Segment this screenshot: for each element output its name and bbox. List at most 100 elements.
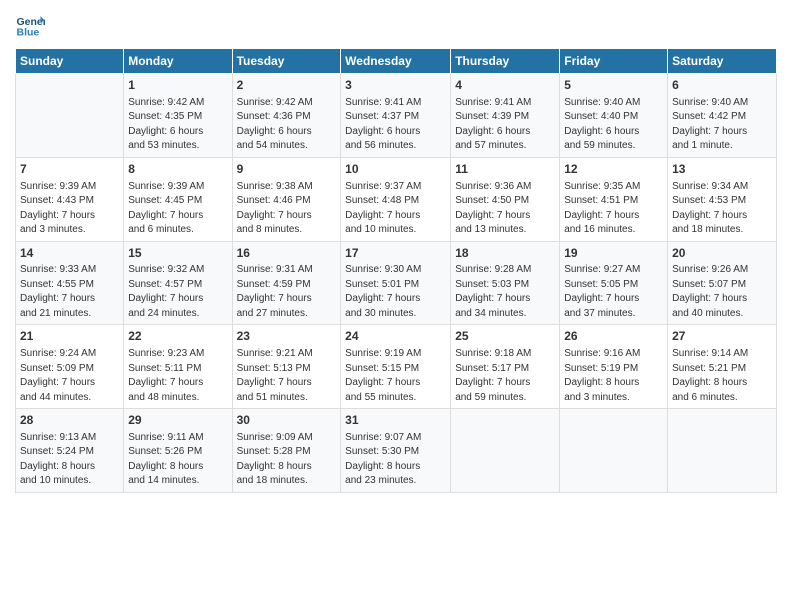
day-number: 1 [128,77,227,94]
day-number: 4 [455,77,555,94]
day-number: 5 [564,77,663,94]
day-info: Sunrise: 9:24 AMSunset: 5:09 PMDaylight:… [20,347,119,405]
calendar-cell: 23Sunrise: 9:21 AMSunset: 5:13 PMDayligh… [232,325,341,409]
calendar-cell: 16Sunrise: 9:31 AMSunset: 4:59 PMDayligh… [232,241,341,325]
calendar-week-row: 7 Sunrise: 9:39 AMSunset: 4:43 PMDaylight… [16,157,777,241]
day-number: 8 [128,161,227,178]
day-info: Sunrise: 9:07 AMSunset: 5:30 PMDaylight:… [345,431,446,489]
calendar-cell: 3Sunrise: 9:41 AMSunset: 4:37 PMDaylight… [341,74,451,158]
day-number: 21 [20,328,119,345]
logo: General Blue [15,10,49,40]
day-number: 12 [564,161,663,178]
svg-text:Blue: Blue [17,27,40,39]
calendar-cell: 7 Sunrise: 9:39 AMSunset: 4:43 PMDaylight… [16,157,124,241]
weekday-header-row: SundayMondayTuesdayWednesdayThursdayFrid… [16,49,777,74]
weekday-header-monday: Monday [124,49,232,74]
calendar-cell: 14Sunrise: 9:33 AMSunset: 4:55 PMDayligh… [16,241,124,325]
calendar-cell: 9Sunrise: 9:38 AMSunset: 4:46 PMDaylight… [232,157,341,241]
day-number: 7 [20,161,119,178]
calendar-cell: 15Sunrise: 9:32 AMSunset: 4:57 PMDayligh… [124,241,232,325]
day-info: Sunrise: 9:23 AMSunset: 5:11 PMDaylight:… [128,347,227,405]
calendar-cell: 6 Sunrise: 9:40 AMSunset: 4:42 PMDaylight… [668,74,777,158]
day-info: Sunrise: 9:19 AMSunset: 5:15 PMDaylight:… [345,347,446,405]
day-number: 28 [20,412,119,429]
calendar-cell: 1 Sunrise: 9:42 AMSunset: 4:35 PMDaylight… [124,74,232,158]
day-info: Sunrise: 9:31 AMSunset: 4:59 PMDaylight:… [237,263,337,321]
day-info: Sunrise: 9:16 AMSunset: 5:19 PMDaylight:… [564,347,663,405]
weekday-header-saturday: Saturday [668,49,777,74]
calendar-week-row: 1 Sunrise: 9:42 AMSunset: 4:35 PMDaylight… [16,74,777,158]
calendar-week-row: 28 Sunrise: 9:13 AMSunset: 5:24 PMDayligh… [16,409,777,493]
calendar-cell: 21 Sunrise: 9:24 AMSunset: 5:09 PMDayligh… [16,325,124,409]
calendar-cell [560,409,668,493]
page-container: General Blue SundayMondayTuesdayWednesda… [0,0,792,503]
weekday-header-tuesday: Tuesday [232,49,341,74]
day-number: 2 [237,77,337,94]
day-info: Sunrise: 9:41 AMSunset: 4:37 PMDaylight:… [345,96,446,154]
day-info: Sunrise: 9:40 AMSunset: 4:40 PMDaylight:… [564,96,663,154]
day-info: Sunrise: 9:33 AMSunset: 4:55 PMDaylight:… [20,263,119,321]
day-info: Sunrise: 9:42 AMSunset: 4:36 PMDaylight:… [237,96,337,154]
weekday-header-wednesday: Wednesday [341,49,451,74]
day-info: Sunrise: 9:27 AMSunset: 5:05 PMDaylight:… [564,263,663,321]
day-info: Sunrise: 9:28 AMSunset: 5:03 PMDaylight:… [455,263,555,321]
day-number: 11 [455,161,555,178]
calendar-cell: 24 Sunrise: 9:19 AMSunset: 5:15 PMDayligh… [341,325,451,409]
calendar-cell: 29 Sunrise: 9:11 AMSunset: 5:26 PMDayligh… [124,409,232,493]
day-info: Sunrise: 9:39 AMSunset: 4:43 PMDaylight:… [20,180,119,238]
calendar-cell: 17Sunrise: 9:30 AMSunset: 5:01 PMDayligh… [341,241,451,325]
day-number: 25 [455,328,555,345]
calendar-cell [668,409,777,493]
day-number: 16 [237,245,337,262]
day-number: 26 [564,328,663,345]
day-info: Sunrise: 9:37 AMSunset: 4:48 PMDaylight:… [345,180,446,238]
day-number: 30 [237,412,337,429]
day-number: 24 [345,328,446,345]
calendar-week-row: 14Sunrise: 9:33 AMSunset: 4:55 PMDayligh… [16,241,777,325]
day-number: 6 [672,77,772,94]
day-number: 31 [345,412,446,429]
day-info: Sunrise: 9:36 AMSunset: 4:50 PMDaylight:… [455,180,555,238]
day-info: Sunrise: 9:30 AMSunset: 5:01 PMDaylight:… [345,263,446,321]
day-info: Sunrise: 9:35 AMSunset: 4:51 PMDaylight:… [564,180,663,238]
calendar-cell: 19Sunrise: 9:27 AMSunset: 5:05 PMDayligh… [560,241,668,325]
calendar-cell: 4Sunrise: 9:41 AMSunset: 4:39 PMDaylight… [451,74,560,158]
day-number: 20 [672,245,772,262]
day-number: 27 [672,328,772,345]
day-info: Sunrise: 9:40 AMSunset: 4:42 PMDaylight:… [672,96,772,154]
day-info: Sunrise: 9:26 AMSunset: 5:07 PMDaylight:… [672,263,772,321]
calendar-week-row: 21 Sunrise: 9:24 AMSunset: 5:09 PMDayligh… [16,325,777,409]
calendar-cell: 28 Sunrise: 9:13 AMSunset: 5:24 PMDayligh… [16,409,124,493]
calendar-table: SundayMondayTuesdayWednesdayThursdayFrid… [15,48,777,493]
calendar-cell: 30 Sunrise: 9:09 AMSunset: 5:28 PMDayligh… [232,409,341,493]
calendar-cell: 12 Sunrise: 9:35 AMSunset: 4:51 PMDayligh… [560,157,668,241]
day-info: Sunrise: 9:09 AMSunset: 5:28 PMDaylight:… [237,431,337,489]
day-info: Sunrise: 9:34 AMSunset: 4:53 PMDaylight:… [672,180,772,238]
calendar-cell: 10 Sunrise: 9:37 AMSunset: 4:48 PMDayligh… [341,157,451,241]
day-info: Sunrise: 9:18 AMSunset: 5:17 PMDaylight:… [455,347,555,405]
calendar-cell: 31 Sunrise: 9:07 AMSunset: 5:30 PMDayligh… [341,409,451,493]
day-number: 23 [237,328,337,345]
day-number: 18 [455,245,555,262]
day-number: 22 [128,328,227,345]
day-info: Sunrise: 9:13 AMSunset: 5:24 PMDaylight:… [20,431,119,489]
day-number: 10 [345,161,446,178]
day-number: 13 [672,161,772,178]
day-number: 15 [128,245,227,262]
calendar-cell: 2 Sunrise: 9:42 AMSunset: 4:36 PMDaylight… [232,74,341,158]
day-info: Sunrise: 9:42 AMSunset: 4:35 PMDaylight:… [128,96,227,154]
weekday-header-friday: Friday [560,49,668,74]
day-info: Sunrise: 9:11 AMSunset: 5:26 PMDaylight:… [128,431,227,489]
day-number: 17 [345,245,446,262]
day-number: 29 [128,412,227,429]
calendar-cell [16,74,124,158]
calendar-cell: 18Sunrise: 9:28 AMSunset: 5:03 PMDayligh… [451,241,560,325]
calendar-cell: 25 Sunrise: 9:18 AMSunset: 5:17 PMDayligh… [451,325,560,409]
calendar-cell: 13 Sunrise: 9:34 AMSunset: 4:53 PMDayligh… [668,157,777,241]
calendar-cell: 22 Sunrise: 9:23 AMSunset: 5:11 PMDayligh… [124,325,232,409]
calendar-cell: 27Sunrise: 9:14 AMSunset: 5:21 PMDayligh… [668,325,777,409]
weekday-header-thursday: Thursday [451,49,560,74]
logo-icon: General Blue [15,10,45,40]
calendar-cell [451,409,560,493]
weekday-header-sunday: Sunday [16,49,124,74]
